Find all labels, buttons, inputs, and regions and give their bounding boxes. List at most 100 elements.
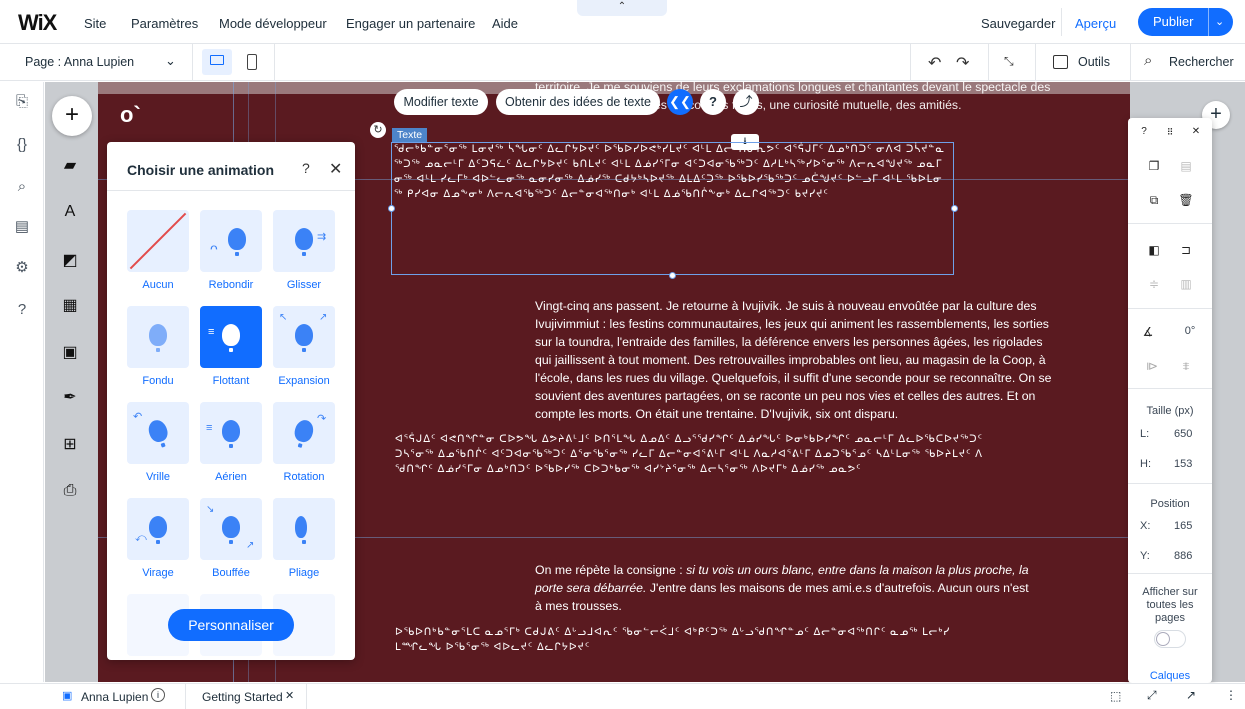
- mobile-view-icon[interactable]: [247, 54, 257, 70]
- collapse-topbar-button[interactable]: ⌃: [577, 0, 667, 16]
- code-icon[interactable]: {}: [12, 135, 32, 155]
- menu-help[interactable]: Aide: [492, 16, 518, 31]
- tab-getting-started[interactable]: Getting Started ✕: [187, 684, 307, 709]
- cms-icon[interactable]: ▤: [12, 217, 32, 237]
- customize-button[interactable]: Personnaliser: [168, 609, 294, 641]
- anim-bounce[interactable]: ᴖ: [200, 210, 262, 272]
- preview-button[interactable]: Aperçu: [1075, 16, 1116, 31]
- layers-link[interactable]: Calques: [1128, 670, 1212, 682]
- anim-none[interactable]: [127, 210, 189, 272]
- close-icon[interactable]: ✕: [329, 159, 342, 179]
- help-icon[interactable]: ?: [700, 89, 726, 115]
- show-all-pages-toggle[interactable]: [1154, 630, 1186, 648]
- flip-horizontal-icon[interactable]: ⧐: [1144, 358, 1160, 374]
- resize-handle[interactable]: [951, 205, 958, 212]
- paragraph-3[interactable]: On me répète la consigne : si tu vois un…: [535, 561, 1035, 615]
- more-icon[interactable]: ⋮: [1225, 688, 1237, 702]
- add-element-button[interactable]: +: [52, 96, 92, 136]
- selected-text-box[interactable]: ᖁᓕᒃᑲᓐᓂᕐᓂᖅ ᒪᓂᔪᖅ ᓵᖓᓂᑦ ᐃᓚᒋᔭᐅᔪᑦ ᐅᖃᐅᓯᐅᕙᒃᓯᒪᔪᑦ …: [391, 142, 954, 275]
- page-selector[interactable]: Page : Anna Lupien: [25, 55, 134, 69]
- link-icon[interactable]: ⤴: [733, 89, 759, 115]
- arrange-icon[interactable]: ◧: [1146, 242, 1162, 258]
- anim-fade[interactable]: [127, 306, 189, 368]
- drag-handle-icon[interactable]: ⠿: [1162, 124, 1178, 140]
- background-icon[interactable]: ◩: [50, 241, 90, 281]
- align-icon[interactable]: ⊐: [1178, 242, 1194, 258]
- anim-puff[interactable]: ↘ ↗: [200, 498, 262, 560]
- syllabics-paragraph-2[interactable]: ᐊᕐᕌᒍᐃᑦ ᐊᕙᑎᖏᓐᓂ ᑕᐅᕗᖓ ᐃᕗᔨᕕᒻᒧᑦ ᐅᑎᕐᒪᖓ ᐃᓄᐃᑦ ᐃᓗ…: [395, 432, 985, 522]
- animation-icon[interactable]: ❮❮: [667, 89, 693, 115]
- help-icon[interactable]: ?: [1136, 124, 1152, 140]
- menu-site[interactable]: Site: [84, 16, 106, 31]
- rotation-value[interactable]: 0°: [1176, 325, 1204, 337]
- anim-label: Fondu: [142, 375, 174, 387]
- anim-float[interactable]: ≡: [200, 306, 262, 368]
- paragraph-2[interactable]: Vingt-cinq ans passent. Je retourne à Iv…: [535, 297, 1053, 423]
- tab-page[interactable]: ▣ Anna Lupien i: [46, 684, 186, 709]
- menu-hire-partner[interactable]: Engager un partenaire: [346, 16, 475, 31]
- inspect-icon[interactable]: ⬚: [1110, 689, 1121, 703]
- anim-spin[interactable]: ↶: [127, 402, 189, 464]
- search-icon[interactable]: ⌕: [12, 177, 32, 197]
- page-icon[interactable]: ▰: [50, 146, 90, 186]
- width-value[interactable]: 650: [1174, 428, 1192, 440]
- edit-text-button[interactable]: Modifier texte: [394, 89, 488, 115]
- delete-icon[interactable]: 🗑: [1178, 192, 1194, 208]
- anim-fly-in[interactable]: ≡: [200, 402, 262, 464]
- menu-settings[interactable]: Paramètres: [131, 16, 198, 31]
- help-icon[interactable]: ?: [12, 300, 32, 320]
- close-icon[interactable]: ✕: [1188, 124, 1204, 140]
- copy-icon[interactable]: ❐: [1146, 158, 1162, 174]
- desktop-icon: [210, 55, 224, 65]
- duplicate-icon[interactable]: ⧉: [1146, 192, 1162, 208]
- apps-icon[interactable]: ▦: [50, 286, 90, 326]
- balloon-icon: [292, 418, 316, 444]
- wix-logo[interactable]: WiX: [18, 10, 57, 36]
- zoom-out-icon[interactable]: ⤡: [1004, 54, 1014, 69]
- help-icon[interactable]: ?: [302, 160, 310, 176]
- site-logo[interactable]: o`: [120, 102, 141, 128]
- wix-app-market-icon[interactable]: ⎙: [50, 471, 90, 511]
- save-button[interactable]: Sauvegarder: [981, 16, 1055, 31]
- anim-fold[interactable]: [273, 498, 335, 560]
- secondary-bar: Page : Anna Lupien ⌄ ↶ ↷ ⤡ Outils ⌕ Rech…: [0, 44, 1245, 81]
- media-icon[interactable]: ▣: [50, 333, 90, 373]
- syllabics-paragraph-3[interactable]: ᐅᖃᐅᑎᒃᑲᓐᓂᕐᒪᑕ ᓇᓄᕐᒥᒃ ᑕᑯᒍᕕᑦ ᐃᒡᓗᒧᐊᕆᑦ ᖃᓂᓪᓕᐹᒧᑦ …: [395, 625, 955, 670]
- balloon-icon: [222, 516, 240, 544]
- info-icon[interactable]: i: [151, 688, 165, 702]
- rotate-handle-icon[interactable]: ↻: [370, 122, 386, 138]
- external-link-icon[interactable]: ↗: [1186, 688, 1196, 702]
- undo-icon[interactable]: ↶: [928, 53, 941, 73]
- distribute-icon[interactable]: ≑: [1146, 276, 1162, 292]
- resize-handle[interactable]: [388, 205, 395, 212]
- expand-icon[interactable]: ⤢: [1147, 688, 1157, 703]
- anim-turn[interactable]: ⤺: [127, 498, 189, 560]
- balloon-icon: [295, 516, 307, 544]
- chevron-down-icon[interactable]: ⌄: [1208, 8, 1224, 36]
- search-button[interactable]: Rechercher: [1169, 55, 1234, 69]
- match-size-icon[interactable]: ▥: [1178, 276, 1194, 292]
- anim-expand[interactable]: ↖ ↗: [273, 306, 335, 368]
- publish-button[interactable]: Publier ⌄: [1138, 8, 1233, 36]
- desktop-view-button[interactable]: [202, 49, 232, 75]
- pages-icon[interactable]: ⎘: [12, 92, 32, 112]
- paste-icon[interactable]: ▤: [1178, 158, 1194, 174]
- anim-rotate[interactable]: ↷: [273, 402, 335, 464]
- close-icon[interactable]: ✕: [285, 689, 294, 702]
- anim-label: Bouffée: [212, 567, 250, 579]
- business-icon[interactable]: ⊞: [50, 425, 90, 465]
- settings-icon[interactable]: ⚙: [12, 258, 32, 278]
- flip-vertical-icon[interactable]: ⩨: [1178, 358, 1194, 374]
- height-value[interactable]: 153: [1174, 458, 1192, 470]
- chevron-down-icon[interactable]: ⌄: [165, 53, 176, 69]
- text-ideas-button[interactable]: Obtenir des idées de texte: [496, 89, 660, 115]
- tools-button[interactable]: Outils: [1078, 55, 1110, 69]
- anim-slide[interactable]: ⇉: [273, 210, 335, 272]
- theme-icon[interactable]: A: [50, 192, 90, 232]
- resize-handle[interactable]: [669, 272, 676, 279]
- menu-dev-mode[interactable]: Mode développeur: [219, 16, 327, 31]
- redo-icon[interactable]: ↷: [956, 53, 969, 73]
- blog-icon[interactable]: ✒: [50, 378, 90, 418]
- x-value[interactable]: 165: [1174, 520, 1192, 532]
- y-value[interactable]: 886: [1174, 550, 1192, 562]
